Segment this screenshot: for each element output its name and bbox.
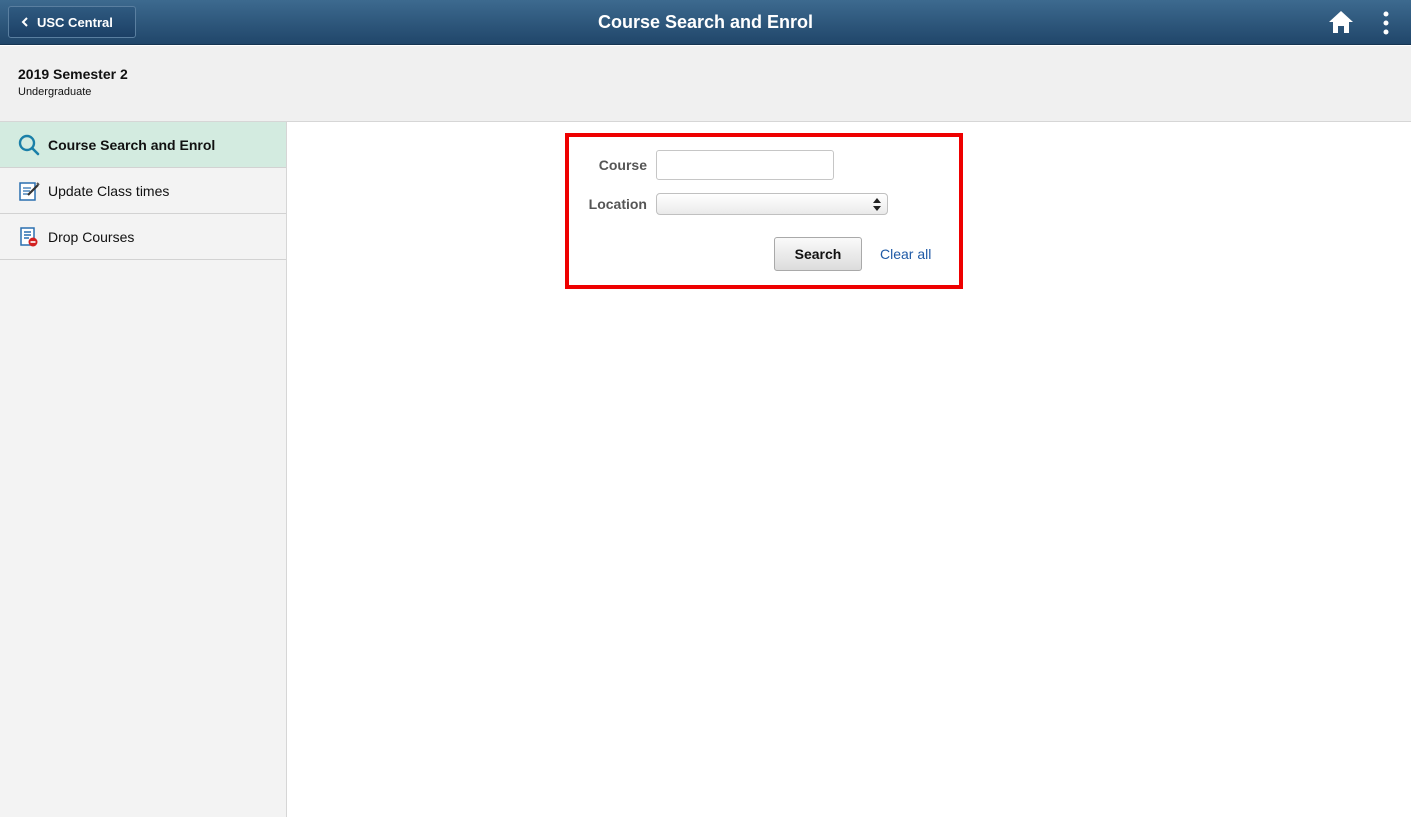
sidebar-item-label: Update Class times <box>48 182 170 199</box>
edit-document-icon <box>18 180 40 202</box>
search-icon <box>18 134 40 156</box>
drop-document-icon <box>18 226 40 248</box>
sidebar-item-label: Drop Courses <box>48 228 135 245</box>
term-header: 2019 Semester 2 Undergraduate <box>0 46 1411 122</box>
search-form-highlight: Course Location Search Clear all <box>565 133 963 289</box>
term-name: 2019 Semester 2 <box>18 66 128 82</box>
search-button[interactable]: Search <box>774 237 862 271</box>
top-banner: USC Central Course Search and Enrol <box>0 0 1411 45</box>
sidebar-item-course-search[interactable]: Course Search and Enrol <box>0 122 286 168</box>
back-button-label: USC Central <box>37 14 113 30</box>
home-icon[interactable] <box>1328 10 1354 34</box>
back-button[interactable]: USC Central <box>8 6 136 38</box>
sidebar: Course Search and Enrol Update Class tim… <box>0 122 287 817</box>
term-career: Undergraduate <box>18 86 92 98</box>
course-input[interactable] <box>656 150 834 180</box>
sidebar-item-update-class-times[interactable]: Update Class times <box>0 168 286 214</box>
clear-all-link[interactable]: Clear all <box>880 246 931 262</box>
sidebar-item-label: Course Search and Enrol <box>48 136 216 153</box>
sidebar-item-drop-courses[interactable]: Drop Courses <box>0 214 286 260</box>
chevron-left-icon <box>21 17 29 27</box>
page-title: Course Search and Enrol <box>597 12 814 32</box>
location-select[interactable] <box>656 193 888 215</box>
more-vertical-icon[interactable] <box>1378 10 1394 36</box>
select-arrows-icon <box>873 198 881 211</box>
location-label: Location <box>588 196 647 212</box>
course-label: Course <box>598 157 647 173</box>
